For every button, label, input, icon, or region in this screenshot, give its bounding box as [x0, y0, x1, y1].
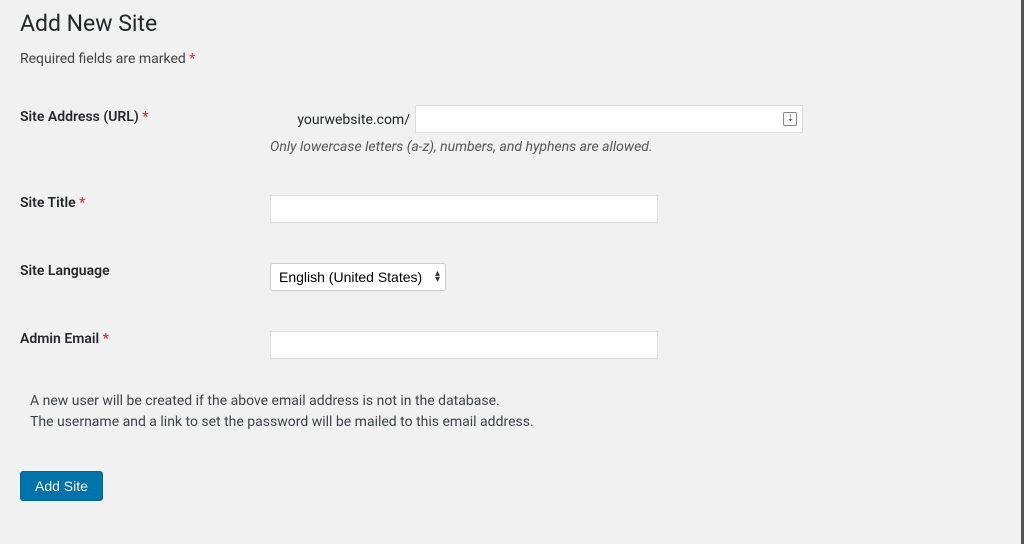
- add-site-button[interactable]: Add Site: [20, 471, 103, 501]
- add-new-site-page: Add New Site Required fields are marked …: [0, 0, 1024, 521]
- email-note-line2: The username and a link to set the passw…: [30, 412, 1004, 433]
- autofill-icon: ⇣: [783, 112, 797, 126]
- site-address-input[interactable]: [415, 105, 803, 133]
- required-note-text: Required fields are marked: [20, 51, 189, 67]
- site-title-label: Site Title *: [20, 167, 270, 235]
- admin-email-input[interactable]: [270, 331, 658, 359]
- admin-email-label: Admin Email *: [20, 303, 270, 371]
- site-language-row: Site Language English (United States) ▴▾: [20, 235, 1004, 303]
- site-address-row: Site Address (URL) * yourwebsite.com/ ⇣ …: [20, 93, 1004, 167]
- page-title: Add New Site: [20, 10, 1004, 37]
- required-star: *: [189, 51, 195, 67]
- site-address-description: Only lowercase letters (a-z), numbers, a…: [270, 139, 994, 155]
- email-note-line1: A new user will be created if the above …: [30, 391, 1004, 412]
- site-title-input[interactable]: [270, 195, 658, 223]
- site-language-select[interactable]: English (United States): [270, 263, 446, 291]
- domain-prefix: yourwebsite.com/: [270, 112, 410, 128]
- email-note: A new user will be created if the above …: [20, 391, 1004, 433]
- site-language-label: Site Language: [20, 235, 270, 303]
- required-fields-note: Required fields are marked *: [20, 51, 1004, 67]
- admin-email-row: Admin Email *: [20, 303, 1004, 371]
- site-address-label: Site Address (URL) *: [20, 93, 270, 167]
- site-title-row: Site Title *: [20, 167, 1004, 235]
- form-table: Site Address (URL) * yourwebsite.com/ ⇣ …: [20, 93, 1004, 371]
